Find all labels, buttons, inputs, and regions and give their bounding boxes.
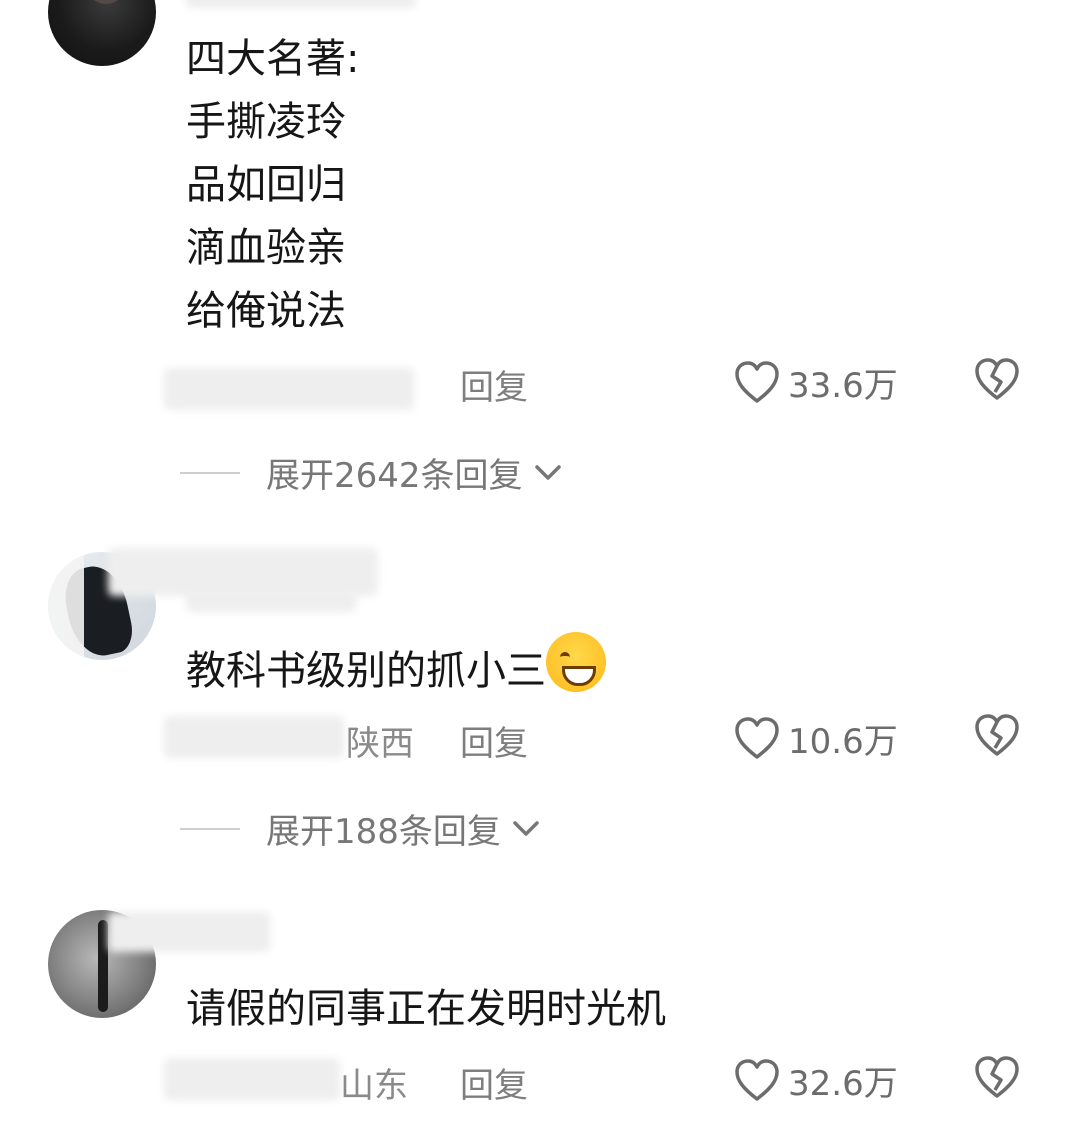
heart-outline-icon [735,716,779,759]
expand-replies-label: 展开2642条回复 [266,456,523,496]
timestamp-redacted [164,716,344,758]
avatar[interactable] [48,0,156,66]
divider [180,827,240,830]
comment-text-line: 手撕凌玲 [186,99,346,145]
dislike-button[interactable] [974,714,1020,758]
comment-text-line: 滴血验亲 [186,225,346,271]
like-count: 10.6万 [788,722,898,762]
dislike-button[interactable] [974,358,1020,402]
like-button[interactable]: 10.6万 [734,714,898,763]
divider [180,471,240,474]
location-label: 山东 [340,1066,408,1106]
dislike-button[interactable] [974,1056,1020,1100]
reply-button[interactable]: 回复 [460,716,528,765]
comment-text-line: 给俺说法 [186,288,346,334]
comment-text-line: 四大名著: [186,36,360,82]
comment-text-content: 教科书级别的抓小三 [186,648,546,694]
username-redacted [108,548,378,596]
like-count: 33.6万 [788,366,898,406]
username-redacted [108,912,270,952]
location-label: 陕西 [346,724,414,764]
username-redacted [186,590,356,612]
chevron-down-icon [513,820,539,836]
comment-text: 教科书级别的抓小三 [186,632,606,703]
broken-heart-icon [975,1056,1019,1098]
username-redacted [186,0,416,8]
heart-outline-icon [735,1058,779,1101]
heart-outline-icon [735,360,779,403]
grinning-face-emoji [546,632,606,692]
timestamp-redacted [164,368,414,410]
comment-text: 请假的同事正在发明时光机 [186,986,666,1032]
like-button[interactable]: 33.6万 [734,358,898,407]
expand-replies-button[interactable]: 展开188条回复 [180,804,541,853]
chevron-down-icon [534,464,561,480]
reply-button[interactable]: 回复 [460,360,528,409]
expand-replies-button[interactable]: 展开2642条回复 [180,448,563,497]
broken-heart-icon [975,714,1019,756]
like-count: 32.6万 [788,1064,898,1104]
reply-button[interactable]: 回复 [460,1058,528,1107]
timestamp-redacted [164,1058,340,1100]
comment-text-line: 品如回归 [186,162,346,208]
expand-replies-label: 展开188条回复 [266,812,501,852]
like-button[interactable]: 32.6万 [734,1056,898,1105]
broken-heart-icon [975,358,1019,400]
